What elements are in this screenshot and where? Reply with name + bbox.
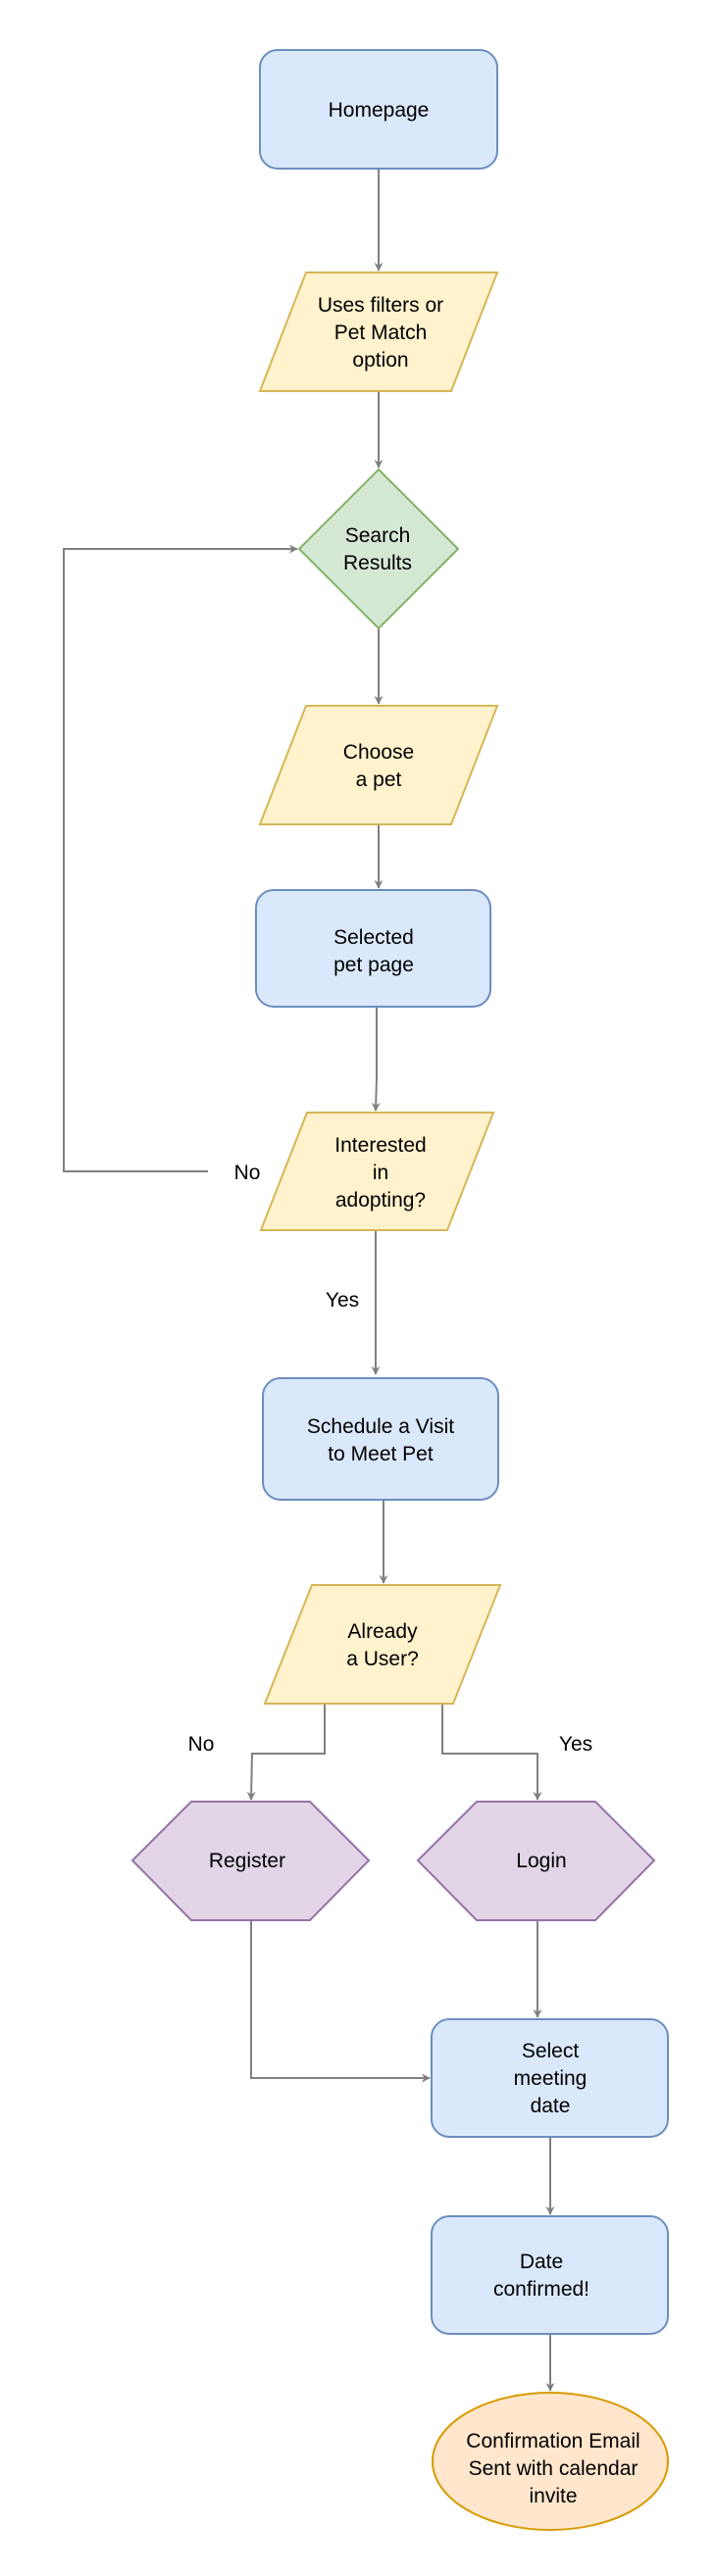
node-already-user: Already a User? [263,1584,502,1705]
svg-text:Selected: Selected [333,926,414,949]
svg-text:meeting: meeting [514,2067,588,2090]
node-select-meeting-date: Select meeting date [431,2018,669,2138]
svg-text:Already: Already [347,1620,418,1643]
svg-text:Results: Results [343,552,412,574]
edge-already-register [246,1704,326,1801]
svg-text:Select: Select [522,2040,580,2062]
node-schedule-visit: Schedule a Visit to Meet Pet [262,1377,499,1501]
svg-text:in: in [373,1162,388,1184]
svg-text:Date: Date [520,2251,563,2273]
svg-text:Choose: Choose [343,741,414,764]
node-interested-in-adopting: Interested in adopting? [259,1112,495,1231]
node-search-results: Search Results [297,468,460,630]
svg-text:to Meet Pet: to Meet Pet [328,1443,434,1465]
node-uses-filters: Uses filters or Pet Match option [258,272,499,392]
svg-text:option: option [352,349,408,372]
svg-text:date: date [531,2095,571,2117]
label-interested-yes: Yes [326,1289,359,1312]
edge-already-login [441,1704,542,1801]
svg-text:Register: Register [209,1850,285,1872]
svg-text:a User?: a User? [346,1648,419,1670]
flowchart: No Yes No Yes Homepage Uses filters or P… [63,49,669,2531]
svg-text:pet page: pet page [333,954,414,976]
svg-text:Homepage: Homepage [329,99,430,122]
edge-interested-no-loop [63,544,298,1172]
svg-text:a pet: a pet [356,768,402,791]
svg-text:adopting?: adopting? [335,1189,426,1212]
label-user-no: No [188,1733,215,1756]
svg-text:Sent with calendar: Sent with calendar [469,2457,639,2480]
label-user-yes: Yes [559,1733,592,1756]
svg-text:Confirmation Email: Confirmation Email [466,2430,639,2452]
label-interested-no: No [234,1162,261,1184]
node-login: Login [416,1801,656,1921]
svg-text:Pet Match: Pet Match [334,322,428,344]
edge-selected-interested [371,1007,381,1112]
node-register: Register [130,1801,371,1921]
svg-text:Interested: Interested [334,1134,426,1157]
edge-register-select [250,1920,431,2083]
svg-text:Schedule a Visit: Schedule a Visit [307,1415,454,1438]
svg-text:Uses filters or: Uses filters or [318,294,443,317]
svg-text:Login: Login [516,1850,566,1872]
node-homepage: Homepage [259,49,498,170]
node-selected-pet-page: Selected pet page [255,889,491,1008]
node-confirmation-email: Confirmation Email Sent with calendar in… [432,2392,669,2531]
svg-text:confirmed!: confirmed! [493,2278,589,2301]
svg-text:invite: invite [529,2485,577,2507]
node-choose-pet: Choose a pet [258,705,499,825]
node-date-confirmed: Date confirmed! [431,2215,669,2335]
svg-text:Search: Search [345,524,411,547]
